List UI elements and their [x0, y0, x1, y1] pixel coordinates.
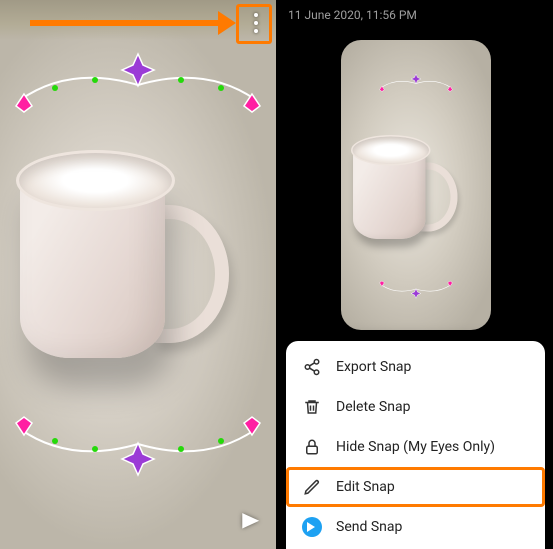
menu-item-label: Delete Snap — [336, 399, 410, 415]
menu-item-export-snap[interactable]: Export Snap — [286, 347, 545, 387]
pencil-icon — [302, 477, 322, 497]
lock-icon — [302, 437, 322, 457]
snap-actions-sheet: Export Snap Delete Snap Hide Snap (My Ey… — [286, 341, 545, 549]
menu-item-edit-snap[interactable]: Edit Snap — [286, 467, 545, 507]
menu-item-label: Hide Snap (My Eyes Only) — [336, 439, 495, 455]
sticker-border-top — [374, 70, 457, 94]
snap-detail-view: 11 June 2020, 11:56 PM — [278, 0, 553, 549]
menu-item-label: Export Snap — [336, 359, 411, 375]
menu-item-send-snap[interactable]: Send Snap — [286, 507, 545, 547]
send-caret-icon[interactable]: ▶ — [242, 507, 259, 531]
menu-item-delete-snap[interactable]: Delete Snap — [286, 387, 545, 427]
more-menu-button[interactable] — [246, 8, 266, 38]
menu-item-label: Send Snap — [336, 519, 402, 535]
share-icon — [302, 357, 322, 377]
trash-icon — [302, 397, 322, 417]
snap-fullscreen-view: ▶ — [0, 0, 278, 549]
snap-thumbnail[interactable] — [341, 40, 491, 330]
mug-illustration — [353, 135, 453, 245]
snap-photo — [0, 0, 276, 549]
menu-item-hide-snap[interactable]: Hide Snap (My Eyes Only) — [286, 427, 545, 467]
send-filled-icon — [302, 517, 322, 537]
more-vertical-icon — [254, 13, 258, 17]
menu-item-label: Edit Snap — [336, 479, 395, 495]
sticker-border-bottom — [374, 278, 457, 302]
snap-timestamp: 11 June 2020, 11:56 PM — [288, 8, 417, 22]
mug-illustration — [20, 150, 220, 370]
